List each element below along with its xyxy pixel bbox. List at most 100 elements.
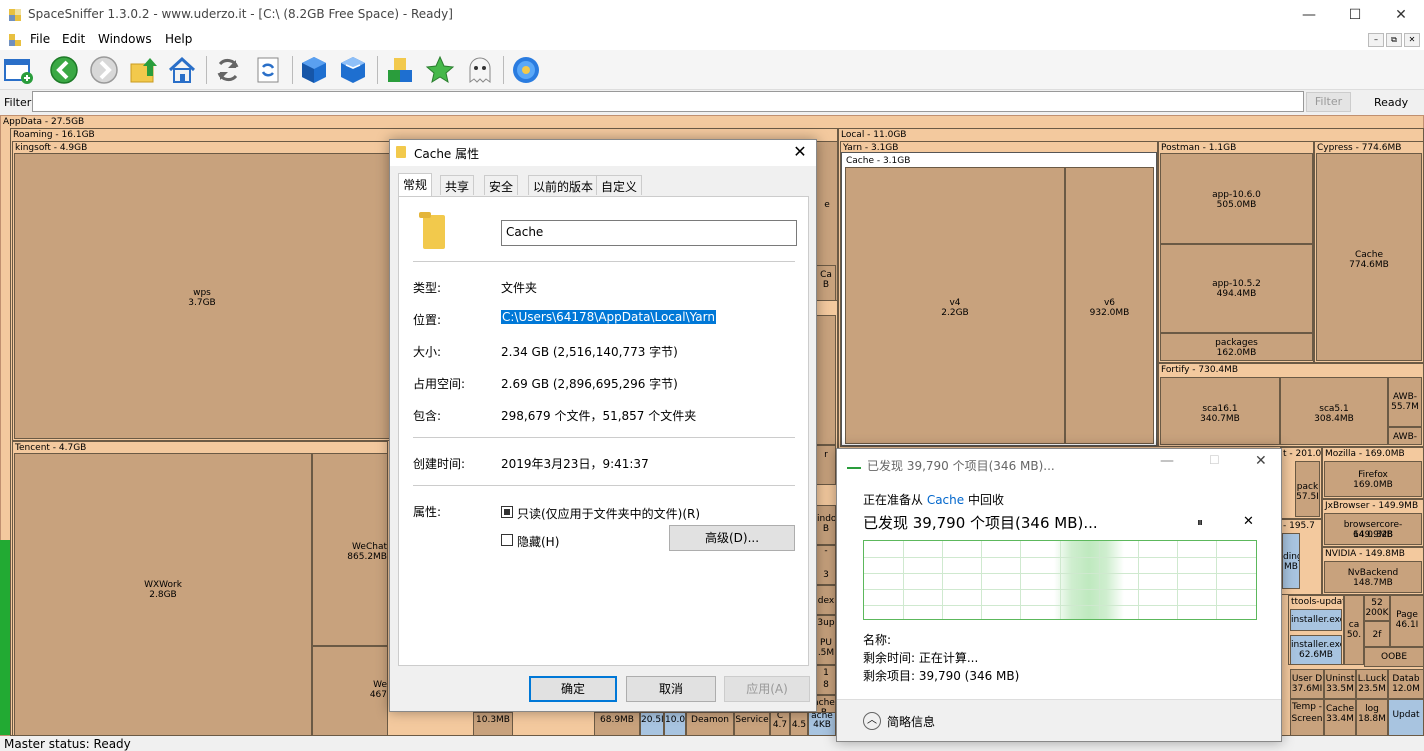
treemap-lluck[interactable]: L.Luck 23.5M	[1356, 669, 1388, 699]
treemap-roaming-ca[interactable]: Ca B	[816, 265, 836, 301]
treemap-cypress-cache[interactable]: Cache 774.6MB	[1316, 153, 1422, 361]
treemap-datab[interactable]: Datab 12.0M	[1388, 669, 1424, 699]
treemap-oobe[interactable]: OOBE	[1364, 647, 1424, 667]
preparing-link[interactable]: Cache	[927, 493, 964, 507]
star-icon[interactable]	[424, 54, 456, 86]
new-view-icon[interactable]	[2, 54, 34, 86]
apply-button[interactable]: 应用(A)	[724, 676, 810, 702]
treemap-v4[interactable]: v4 2.2GB	[845, 167, 1065, 444]
hidden-checkbox[interactable]	[501, 534, 513, 546]
menu-help[interactable]: Help	[165, 32, 192, 46]
treemap-bottom-service[interactable]: Service	[734, 712, 770, 736]
cube-outline-icon[interactable]	[337, 54, 369, 86]
treemap-packages[interactable]: packages 162.0MB	[1160, 333, 1313, 361]
up-folder-icon[interactable]	[128, 54, 160, 86]
treemap-browsercore[interactable]: browsercore-64.0.328 149.9MB	[1324, 513, 1422, 545]
close-button[interactable]: ✕	[1378, 0, 1424, 30]
treemap-wxwork[interactable]: WXWork 2.8GB	[14, 453, 312, 736]
blocks-icon[interactable]	[384, 54, 416, 86]
treemap-uninst[interactable]: Uninst 33.5M	[1324, 669, 1356, 699]
treemap-sca51[interactable]: sca5.1 308.4MB	[1280, 377, 1388, 445]
treemap-userd[interactable]: User D 37.6MI	[1290, 669, 1324, 699]
treemap-cache2[interactable]: Cache 33.4M	[1324, 699, 1356, 736]
advanced-button[interactable]: 高级(D)...	[669, 525, 795, 551]
menu-file[interactable]: File	[30, 32, 50, 46]
treemap-we[interactable]: We 467	[312, 646, 388, 736]
forward-icon[interactable]	[88, 54, 120, 86]
treemap-roaming-104[interactable]: r104	[816, 445, 836, 485]
folder-name-input[interactable]: Cache	[501, 220, 797, 246]
treemap-roaming-mid[interactable]	[816, 315, 836, 445]
treemap-firefox[interactable]: Firefox 169.0MB	[1324, 461, 1422, 497]
treemap-52[interactable]: 52 200K	[1364, 595, 1390, 621]
treemap-v6[interactable]: v6 932.0MB	[1065, 167, 1154, 444]
treemap-sca161[interactable]: sca16.1 340.7MB	[1160, 377, 1280, 445]
treemap-app1060[interactable]: app-10.6.0 505.0MB	[1160, 153, 1313, 244]
mdi-close-button[interactable]: ✕	[1404, 33, 1420, 47]
cancel-operation-icon[interactable]: ✕	[1243, 514, 1254, 529]
treemap-bottom-45[interactable]: 4.5	[790, 712, 808, 736]
tab-sharing[interactable]: 共享	[440, 175, 475, 195]
home-icon[interactable]	[166, 54, 198, 86]
treemap-updat[interactable]: Updat	[1388, 699, 1424, 736]
progress-close-button[interactable]: ✕	[1255, 453, 1267, 469]
treemap-ca[interactable]: ca 50.	[1344, 595, 1364, 665]
ghost-icon[interactable]	[464, 54, 496, 86]
treemap-dingdb[interactable]: ding.db MB	[1282, 533, 1300, 589]
progress-maximize-button[interactable]: ☐	[1209, 453, 1220, 467]
tab-general[interactable]: 常规	[398, 173, 433, 197]
location-value[interactable]: C:\Users\64178\AppData\Local\Yarn	[501, 310, 716, 324]
treemap-bottom-100[interactable]: 10.0	[664, 712, 686, 736]
treemap-2f[interactable]: 2f	[1364, 621, 1390, 647]
treemap-installer2[interactable]: installer.exe 62.6MB	[1290, 635, 1342, 665]
treemap-nvbackend[interactable]: NvBackend 148.7MB	[1324, 561, 1422, 593]
tab-previous-versions[interactable]: 以前的版本	[528, 175, 599, 195]
strip-e: e	[824, 200, 830, 210]
cancel-button[interactable]: 取消	[626, 676, 716, 702]
rescan-icon[interactable]	[252, 54, 284, 86]
treemap-awb1[interactable]: AWB- 55.7M	[1388, 377, 1422, 427]
blue-cube-icon[interactable]	[298, 54, 330, 86]
treemap-ttools-installer[interactable]: installer.exe	[1290, 609, 1342, 631]
readonly-checkbox[interactable]	[501, 506, 513, 518]
menu-edit[interactable]: Edit	[62, 32, 85, 46]
fewer-details-link[interactable]: 简略信息	[887, 713, 935, 730]
treemap-temp[interactable]: Temp - Screen	[1290, 699, 1324, 736]
back-icon[interactable]	[48, 54, 80, 86]
properties-close-button[interactable]: ✕	[790, 142, 810, 161]
treemap-app1052[interactable]: app-10.5.2 494.4MB	[1160, 244, 1313, 333]
treemap-roaming-dex[interactable]: dex	[816, 585, 836, 615]
menu-windows[interactable]: Windows	[98, 32, 152, 46]
tab-security[interactable]: 安全	[484, 175, 519, 195]
maximize-button[interactable]: ☐	[1332, 0, 1378, 30]
chevron-up-icon[interactable]: ︿	[863, 712, 881, 730]
filter-button[interactable]: Filter	[1306, 92, 1351, 112]
treemap-wechat[interactable]: WeChat 865.2MB	[312, 453, 388, 646]
tab-customize[interactable]: 自定义	[596, 175, 643, 195]
minimize-button[interactable]: —	[1286, 0, 1332, 30]
treemap-bottom-deamon[interactable]: Deamon	[686, 712, 734, 736]
treemap-roaming-indo[interactable]: indo B	[816, 505, 836, 545]
folder-large-icon	[419, 212, 445, 249]
treemap-pack[interactable]: pack 57.5I	[1295, 461, 1320, 517]
treemap-bottom-205[interactable]: 20.5I	[640, 712, 664, 736]
treemap-awb2[interactable]: AWB-	[1388, 427, 1422, 445]
treemap-bottom-68mb[interactable]: 68.9MB	[594, 712, 640, 736]
treemap-roaming-dash[interactable]: - 3	[816, 545, 836, 585]
treemap-bottom-c[interactable]: C 4.7	[770, 712, 790, 736]
treemap-bottom-4kb[interactable]: ache 4KB	[808, 712, 836, 736]
ok-button[interactable]: 确定	[529, 676, 617, 702]
treemap-log[interactable]: log 18.8M	[1356, 699, 1388, 736]
refresh-icon[interactable]	[212, 54, 244, 86]
mdi-minimize-button[interactable]: –	[1368, 33, 1384, 47]
treemap-roaming-1[interactable]: 18	[816, 665, 836, 695]
settings-flower-icon[interactable]	[510, 54, 542, 86]
mdi-restore-button[interactable]: ⧉	[1386, 33, 1402, 47]
pause-icon[interactable]: ⏸	[1197, 515, 1203, 530]
treemap-page[interactable]: Page 46.1I	[1390, 595, 1424, 647]
progress-minimize-button[interactable]: —	[1160, 453, 1174, 469]
treemap-roaming-pu[interactable]: 3up PU .5M	[816, 615, 836, 665]
treemap-wps[interactable]: wps 3.7GB	[14, 153, 390, 439]
treemap-bottom-10mb[interactable]: 10.3MB	[473, 712, 513, 736]
filter-input[interactable]	[32, 91, 1304, 112]
